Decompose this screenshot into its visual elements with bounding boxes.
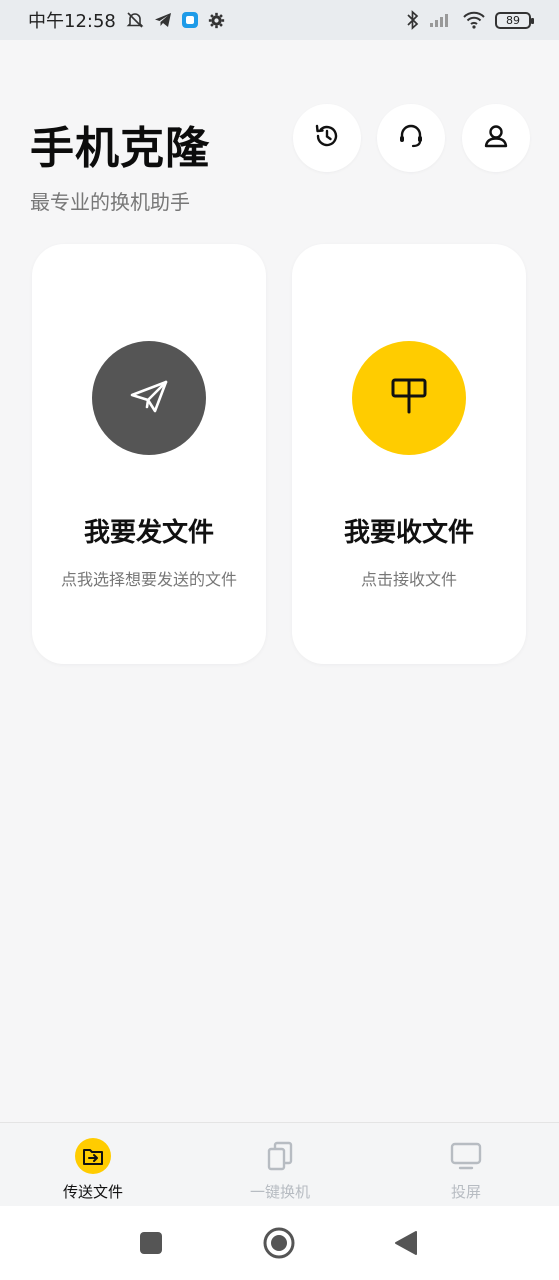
app-icon <box>181 11 199 29</box>
battery-icon: 89 <box>495 11 534 29</box>
user-button[interactable] <box>462 104 530 172</box>
send-icon-circle <box>92 341 206 455</box>
wifi-icon <box>462 11 486 29</box>
tab-label-switch: 一键换机 <box>249 1183 310 1201</box>
copy-phone-icon <box>264 1140 296 1176</box>
system-nav-bar <box>0 1206 559 1280</box>
history-icon <box>313 122 341 154</box>
send-card-subtitle: 点我选择想要发送的文件 <box>60 570 237 589</box>
receive-file-card[interactable]: 我要收文件 点击接收文件 <box>292 244 526 664</box>
mute-bell-icon <box>125 10 145 30</box>
telegram-icon <box>154 11 172 29</box>
tab-screen-cast[interactable]: 投屏 <box>396 1123 536 1207</box>
home-circle-icon <box>263 1227 295 1263</box>
recents-square-icon <box>139 1231 163 1259</box>
mailbox-icon <box>388 375 430 421</box>
receive-icon-circle <box>352 341 466 455</box>
user-icon <box>482 122 510 154</box>
signal-icon <box>429 12 453 28</box>
settings-gear-icon <box>208 12 225 29</box>
status-time: 中午12:58 <box>28 11 116 32</box>
receive-card-title: 我要收文件 <box>343 518 474 548</box>
battery-level: 89 <box>506 13 520 27</box>
home-button[interactable] <box>263 1227 295 1263</box>
page-title: 手机克隆 <box>30 123 210 174</box>
send-file-card[interactable]: 我要发文件 点我选择想要发送的文件 <box>32 244 266 664</box>
customer-service-icon <box>396 121 426 155</box>
back-button[interactable] <box>394 1230 418 1260</box>
folder-transfer-icon <box>74 1137 112 1179</box>
customer-service-button[interactable] <box>377 104 445 172</box>
tab-label-transfer: 传送文件 <box>62 1183 123 1201</box>
tab-label-cast: 投屏 <box>450 1183 481 1201</box>
bottom-tab-bar: 传送文件 一键换机 投屏 <box>0 1122 559 1206</box>
status-bar: 中午12:58 89 <box>0 0 559 40</box>
tab-phone-switch[interactable]: 一键换机 <box>210 1123 350 1207</box>
paper-plane-icon <box>127 374 171 422</box>
tab-transfer-files[interactable]: 传送文件 <box>23 1123 163 1207</box>
screen-cast-icon <box>449 1140 483 1176</box>
page-subtitle: 最专业的换机助手 <box>30 190 190 214</box>
send-card-title: 我要发文件 <box>83 518 214 548</box>
receive-card-subtitle: 点击接收文件 <box>360 570 457 589</box>
back-triangle-icon <box>394 1230 418 1260</box>
bluetooth-icon <box>406 10 420 30</box>
history-button[interactable] <box>293 104 361 172</box>
recents-button[interactable] <box>139 1231 163 1259</box>
